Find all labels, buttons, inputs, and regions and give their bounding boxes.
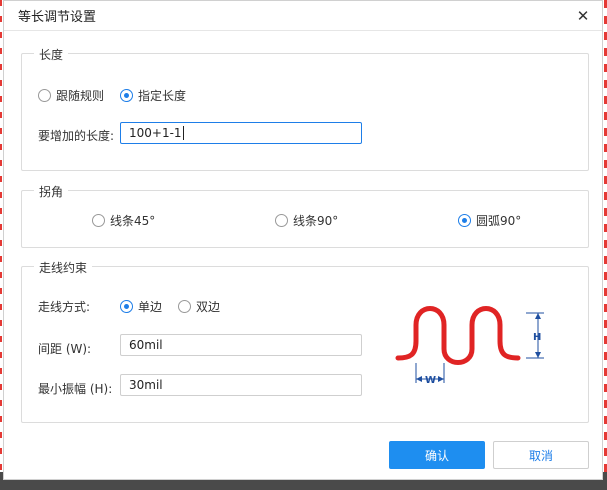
length-group: 长度 跟随规则 指定长度 要增加的长度: 100+1-1 bbox=[21, 46, 589, 171]
radio-line-45[interactable]: 线条45° bbox=[92, 212, 155, 229]
spacing-value: 60mil bbox=[129, 338, 163, 352]
routing-constraint-group: 走线约束 走线方式: 单边 双边 间距 (W): 60mil 最小振幅 (H):… bbox=[21, 259, 589, 423]
radio-line-90[interactable]: 线条90° bbox=[275, 212, 338, 229]
radio-specified-length-label: 指定长度 bbox=[138, 89, 187, 103]
close-icon[interactable]: ✕ bbox=[574, 7, 592, 25]
dialog-title: 等长调节设置 bbox=[18, 10, 97, 25]
increase-length-value: 100+1-1 bbox=[129, 126, 182, 140]
radio-double-side-label: 双边 bbox=[196, 300, 221, 314]
radio-indicator bbox=[92, 214, 105, 227]
radio-single-side-label: 单边 bbox=[138, 300, 163, 314]
text-caret bbox=[182, 126, 184, 140]
radio-indicator bbox=[275, 214, 288, 227]
radio-single-side[interactable]: 单边 bbox=[120, 298, 162, 315]
radio-indicator bbox=[120, 300, 133, 313]
radio-follow-rule[interactable]: 跟随规则 bbox=[38, 87, 104, 104]
radio-indicator bbox=[458, 214, 471, 227]
w-dimension-label: W bbox=[425, 375, 436, 386]
radio-indicator bbox=[120, 89, 133, 102]
min-amplitude-input[interactable]: 30mil bbox=[120, 374, 362, 396]
radio-line-90-label: 线条90° bbox=[293, 214, 339, 228]
w-arrow-right bbox=[438, 376, 444, 382]
dialog-titlebar: 等长调节设置 bbox=[4, 1, 602, 31]
h-dimension-label: H bbox=[533, 332, 541, 343]
increase-length-label: 要增加的长度: bbox=[38, 129, 115, 143]
radio-arc-90-label: 圆弧90° bbox=[476, 214, 522, 228]
min-amplitude-value: 30mil bbox=[129, 378, 163, 392]
corner-group: 拐角 线条45° 线条90° 圆弧90° bbox=[21, 183, 589, 248]
routing-group-legend: 走线约束 bbox=[34, 259, 93, 276]
increase-length-input[interactable]: 100+1-1 bbox=[120, 122, 362, 144]
serpentine-trace bbox=[395, 306, 521, 365]
radio-indicator bbox=[178, 300, 191, 313]
spacing-input[interactable]: 60mil bbox=[120, 334, 362, 356]
min-amplitude-label: 最小振幅 (H): bbox=[38, 382, 113, 396]
radio-arc-90[interactable]: 圆弧90° bbox=[458, 212, 521, 229]
corner-group-legend: 拐角 bbox=[34, 183, 69, 200]
length-group-legend: 长度 bbox=[34, 46, 69, 63]
radio-indicator bbox=[38, 89, 51, 102]
length-tuning-dialog: 等长调节设置 ✕ 长度 跟随规则 指定长度 要增加的长度: 100+1-1 拐角… bbox=[3, 0, 603, 480]
serpentine-diagram: H W bbox=[395, 306, 544, 386]
radio-double-side[interactable]: 双边 bbox=[178, 298, 220, 315]
h-arrow-up bbox=[535, 313, 541, 319]
routing-mode-label: 走线方式: bbox=[38, 300, 91, 314]
radio-line-45-label: 线条45° bbox=[110, 214, 156, 228]
w-arrow-left bbox=[416, 376, 422, 382]
spacing-label: 间距 (W): bbox=[38, 342, 92, 356]
confirm-button[interactable]: 确认 bbox=[389, 441, 485, 469]
radio-follow-rule-label: 跟随规则 bbox=[56, 89, 105, 103]
h-arrow-down bbox=[535, 352, 541, 358]
cancel-button[interactable]: 取消 bbox=[493, 441, 589, 469]
background-dashed-edge-left bbox=[0, 0, 2, 490]
radio-specified-length[interactable]: 指定长度 bbox=[120, 87, 186, 104]
